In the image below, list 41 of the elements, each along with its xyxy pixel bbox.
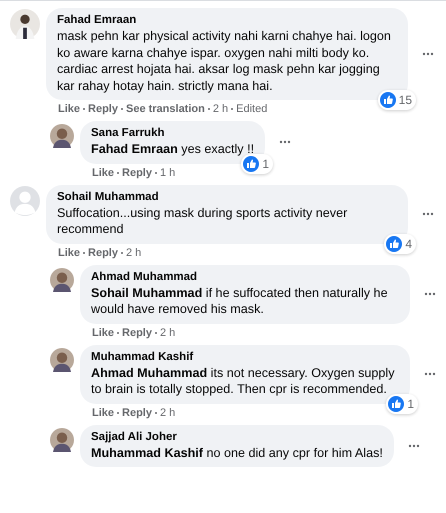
reaction-badge[interactable]: 1 xyxy=(241,154,274,174)
action-link[interactable]: See translation xyxy=(126,102,205,116)
comment-text: Muhammad Kashif no one did any cpr for him Alas! xyxy=(91,444,383,461)
comment-author[interactable]: Sajjad Ali Joher xyxy=(91,430,383,444)
comment-meta: 2 h xyxy=(160,406,176,420)
thumbs-up-icon xyxy=(380,92,396,108)
action-link[interactable]: Like xyxy=(92,326,114,340)
action-link[interactable]: Like xyxy=(58,102,80,116)
comment-meta: 1 h xyxy=(160,166,176,180)
default-avatar-icon xyxy=(10,186,40,216)
reaction-badge[interactable]: 1 xyxy=(386,394,418,414)
action-link[interactable]: Like xyxy=(92,406,114,420)
comment-author[interactable]: Sana Farrukh xyxy=(91,126,254,141)
action-link[interactable]: Reply xyxy=(88,246,118,260)
comment-meta: Edited xyxy=(236,102,268,116)
comment-meta: 2 h xyxy=(160,326,176,340)
action-link[interactable]: Reply xyxy=(88,102,118,116)
comment-meta: 2 h xyxy=(126,246,142,260)
action-link[interactable]: Reply xyxy=(122,406,152,420)
more-icon xyxy=(422,52,434,56)
reaction-badge[interactable]: 4 xyxy=(384,234,416,254)
comment-author[interactable]: Sohail Muhammad xyxy=(57,190,397,204)
comment-author[interactable]: Ahmad Muhammad xyxy=(91,270,399,284)
more-icon xyxy=(424,292,436,296)
thumbs-up-icon xyxy=(388,396,404,412)
more-icon xyxy=(424,372,436,376)
comment-author[interactable]: Fahad Emraan xyxy=(57,13,397,28)
thumbs-up-icon xyxy=(243,156,260,172)
more-icon xyxy=(279,140,292,144)
comment-author[interactable]: Muhammad Kashif xyxy=(91,350,399,364)
more-icon xyxy=(408,444,420,448)
comment-text: Sohail Muhammad if he suffocated then naturally he would have removed his mask. xyxy=(91,284,389,318)
action-link[interactable]: Reply xyxy=(122,166,152,180)
comment-meta: 2 h xyxy=(212,102,228,116)
comment-text: Suffocation...using mask during sports activity never recommend xyxy=(57,204,348,238)
thumbs-up-icon xyxy=(386,236,402,252)
action-link[interactable]: Like xyxy=(58,246,80,260)
action-link[interactable]: Reply xyxy=(122,326,152,340)
action-link[interactable]: Like xyxy=(92,166,114,180)
reaction-badge[interactable]: 15 xyxy=(378,90,416,110)
more-icon xyxy=(422,212,434,216)
